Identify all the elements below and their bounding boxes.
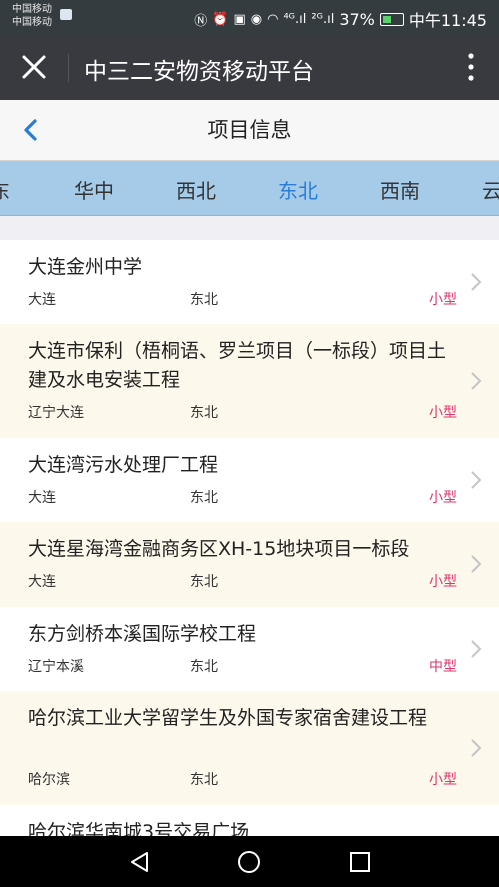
tab-region-2[interactable]: 西北 xyxy=(176,175,216,204)
project-location: 大连 xyxy=(28,292,56,308)
clock: 中午11:45 xyxy=(408,11,487,30)
project-region: 东北 xyxy=(190,292,218,308)
project-size: 小型 xyxy=(429,772,457,788)
project-size: 小型 xyxy=(429,490,457,506)
app-bar: 中三二安物资移动平台 xyxy=(0,34,499,100)
nfc-icon: Ⓝ xyxy=(194,13,208,29)
sim-icon xyxy=(60,9,72,20)
list-item[interactable]: 大连金州中学 大连 东北 小型 xyxy=(0,240,499,325)
project-location: 辽宁本溪 xyxy=(28,659,84,675)
status-icons: Ⓝ ⏰ ▣ ◉ ◠ ⁴ᴳ.ıl ²ᴳ.ıl 37% 中午11:45 xyxy=(194,7,487,31)
list-spacer xyxy=(0,216,499,240)
project-region: 东北 xyxy=(190,405,218,421)
project-location: 辽宁大连 xyxy=(28,405,84,421)
chevron-right-icon xyxy=(471,471,482,489)
project-title: 大连星海湾金融商务区XH-15地块项目一标段 xyxy=(28,538,410,560)
alarm-icon: ⏰ xyxy=(212,11,229,27)
list-item[interactable]: 东方剑桥本溪国际学校工程 辽宁本溪 东北 中型 xyxy=(0,607,499,692)
tab-region-5[interactable]: 云 xyxy=(482,175,499,204)
project-size: 小型 xyxy=(429,405,457,421)
carrier-2: 中国移动 xyxy=(12,17,52,28)
carrier-1: 中国移动 xyxy=(12,4,52,15)
page-title: 项目信息 xyxy=(207,118,292,142)
nav-recent-apps-icon[interactable] xyxy=(348,850,372,874)
more-vertical-icon[interactable] xyxy=(461,49,481,85)
nav-home-icon[interactable] xyxy=(236,849,262,875)
project-title: 大连市保利（梧桐语、罗兰项目（一标段）项目土建及水电安装工程 xyxy=(28,340,447,391)
list-item[interactable]: 哈尔滨工业大学留学生及外国专家宿舍建设工程 哈尔滨 东北 小型 xyxy=(0,691,499,806)
list-item[interactable]: 大连市保利（梧桐语、罗兰项目（一标段）项目土建及水电安装工程 辽宁大连 东北 小… xyxy=(0,324,499,439)
project-location: 大连 xyxy=(28,574,56,590)
close-icon[interactable] xyxy=(18,51,50,83)
system-nav-bar xyxy=(0,836,499,887)
back-chevron-icon[interactable] xyxy=(18,116,44,144)
project-region: 东北 xyxy=(190,574,218,590)
list-item[interactable]: 大连湾污水处理厂工程 大连 东北 小型 xyxy=(0,438,499,523)
list-item[interactable]: 大连星海湾金融商务区XH-15地块项目一标段 大连 东北 小型 xyxy=(0,522,499,608)
app-title: 中三二安物资移动平台 xyxy=(84,59,314,85)
project-size: 中型 xyxy=(429,659,457,675)
project-title: 大连湾污水处理厂工程 xyxy=(28,454,219,476)
signal-icon-1: ⁴ᴳ.ıl xyxy=(283,11,307,27)
battery-icon xyxy=(379,12,404,26)
project-list: 大连金州中学 大连 东北 小型 大连市保利（梧桐语、罗兰项目（一标段）项目土建及… xyxy=(0,240,499,836)
appbar-divider xyxy=(68,54,69,82)
project-region: 东北 xyxy=(190,490,218,506)
page-header: 项目信息 xyxy=(0,100,499,161)
nav-back-icon[interactable] xyxy=(128,850,152,874)
battery-percent: 37% xyxy=(339,9,375,29)
project-location: 大连 xyxy=(28,490,56,506)
tab-region-0[interactable]: 东 xyxy=(0,175,10,204)
signal-icon-2: ²ᴳ.ıl xyxy=(311,11,335,27)
wifi-icon: ◠ xyxy=(267,11,279,27)
tab-region-3[interactable]: 东北 xyxy=(278,175,318,204)
project-size: 小型 xyxy=(429,292,457,308)
carrier-labels: 中国移动 中国移动 xyxy=(12,3,52,29)
tab-region-4[interactable]: 西南 xyxy=(380,175,420,204)
project-title: 大连金州中学 xyxy=(28,256,143,278)
project-location: 哈尔滨 xyxy=(28,772,70,788)
project-title: 东方剑桥本溪国际学校工程 xyxy=(28,623,257,645)
list-item[interactable]: 哈尔滨华南城3号交易广场 xyxy=(0,805,499,836)
chevron-right-icon xyxy=(471,555,482,573)
chevron-right-icon xyxy=(471,372,482,390)
project-region: 东北 xyxy=(190,772,218,788)
eye-icon: ◉ xyxy=(250,11,263,27)
project-title: 哈尔滨华南城3号交易广场 xyxy=(28,821,250,836)
status-bar: 中国移动 中国移动 Ⓝ ⏰ ▣ ◉ ◠ ⁴ᴳ.ıl ²ᴳ.ıl 37% 中午11… xyxy=(0,0,499,34)
hd-icon: ▣ xyxy=(233,11,246,27)
project-region: 东北 xyxy=(190,659,218,675)
tab-region-1[interactable]: 华中 xyxy=(74,175,114,204)
chevron-right-icon xyxy=(471,273,482,291)
region-tabs: 东 华中 西北 东北 西南 云 xyxy=(0,161,499,216)
project-size: 小型 xyxy=(429,574,457,590)
chevron-right-icon xyxy=(471,739,482,757)
project-title: 哈尔滨工业大学留学生及外国专家宿舍建设工程 xyxy=(28,707,428,729)
chevron-right-icon xyxy=(471,640,482,658)
